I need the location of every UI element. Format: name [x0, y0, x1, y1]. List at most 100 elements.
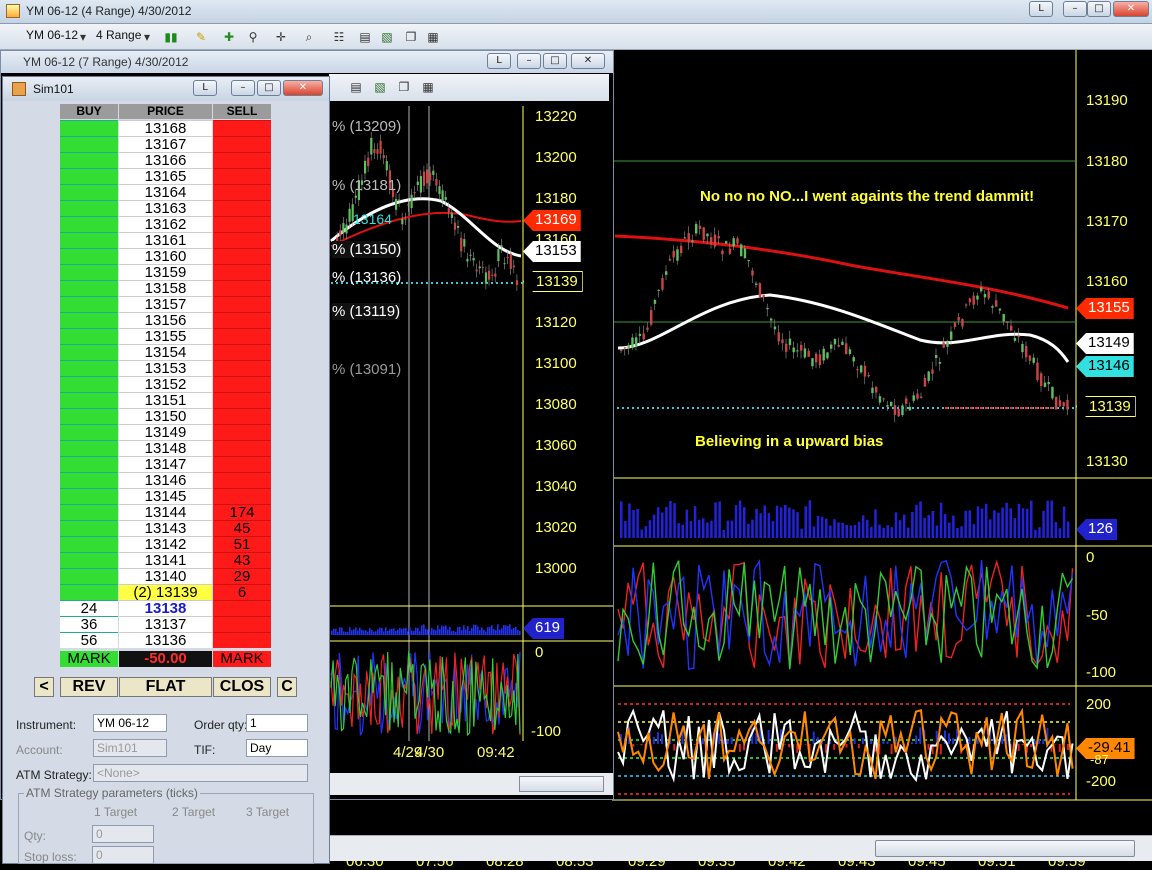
- buy-cell[interactable]: 36: [60, 616, 118, 632]
- sell-cell[interactable]: [213, 456, 271, 472]
- sell-cell[interactable]: [213, 280, 271, 296]
- radio-1-target[interactable]: 1 Target: [94, 805, 137, 819]
- horizontal-scrollbar[interactable]: [330, 835, 1152, 861]
- maximize-button[interactable]: □: [1087, 1, 1111, 17]
- maximize-button[interactable]: □: [257, 80, 281, 96]
- buy-cell[interactable]: [60, 376, 118, 392]
- sell-cell[interactable]: [213, 488, 271, 504]
- close-position-button[interactable]: CLOS: [213, 677, 271, 697]
- buy-cell[interactable]: [60, 168, 118, 184]
- sell-cell[interactable]: 29: [213, 568, 271, 584]
- properties-icon[interactable]: ☷: [330, 29, 348, 45]
- flatten-button[interactable]: FLAT: [119, 677, 212, 697]
- sell-cell[interactable]: [213, 136, 271, 152]
- sell-cell[interactable]: 174: [213, 504, 271, 520]
- sell-cell[interactable]: [213, 360, 271, 376]
- tif-select[interactable]: Day: [246, 739, 308, 757]
- sell-cell[interactable]: [213, 328, 271, 344]
- buy-cell[interactable]: [60, 200, 118, 216]
- buy-cell[interactable]: [60, 280, 118, 296]
- buy-cell[interactable]: [60, 248, 118, 264]
- buy-cell[interactable]: [60, 568, 118, 584]
- buy-cell[interactable]: [60, 264, 118, 280]
- buy-cell[interactable]: [60, 504, 118, 520]
- buy-cell[interactable]: [60, 520, 118, 536]
- chart-trader-icon[interactable]: ▤: [356, 29, 374, 45]
- sell-cell[interactable]: 6: [213, 584, 271, 600]
- buy-cell[interactable]: [60, 136, 118, 152]
- pencil-icon[interactable]: ✎: [192, 29, 210, 45]
- buy-cell[interactable]: [60, 344, 118, 360]
- order-qty-input[interactable]: 1: [246, 714, 308, 732]
- buy-cell[interactable]: [60, 184, 118, 200]
- sell-cell[interactable]: [213, 232, 271, 248]
- buy-cell[interactable]: [60, 232, 118, 248]
- sell-cell[interactable]: [213, 264, 271, 280]
- scrollbar-thumb[interactable]: [519, 776, 604, 792]
- buy-cell[interactable]: [60, 424, 118, 440]
- zoom-icon[interactable]: ⌕: [300, 29, 318, 45]
- buy-cell[interactable]: [60, 472, 118, 488]
- sell-cell[interactable]: [213, 184, 271, 200]
- sell-cell[interactable]: 45: [213, 520, 271, 536]
- qty-input[interactable]: 0: [92, 825, 154, 843]
- sell-cell[interactable]: [213, 296, 271, 312]
- minimize-button[interactable]: –: [231, 80, 255, 96]
- strategy-icon[interactable]: ⚲: [244, 29, 262, 45]
- stop-loss-input[interactable]: 0: [92, 846, 154, 864]
- sell-cell[interactable]: [213, 168, 271, 184]
- sell-cell[interactable]: [213, 424, 271, 440]
- sell-cell[interactable]: 51: [213, 536, 271, 552]
- buy-cell[interactable]: [60, 488, 118, 504]
- sell-cell[interactable]: [213, 216, 271, 232]
- sell-cell[interactable]: [213, 152, 271, 168]
- buy-cell[interactable]: [60, 360, 118, 376]
- buy-cell[interactable]: [60, 296, 118, 312]
- sell-cell[interactable]: [213, 344, 271, 360]
- link-button[interactable]: L: [193, 80, 217, 96]
- dom-titlebar[interactable]: Sim101 L – □ ✕: [3, 77, 329, 101]
- close-button[interactable]: ✕: [283, 80, 323, 96]
- sell-cell[interactable]: [213, 472, 271, 488]
- sell-cell[interactable]: 43: [213, 552, 271, 568]
- sell-cell[interactable]: [213, 440, 271, 456]
- buy-cell[interactable]: [60, 120, 118, 136]
- chevron-down-icon[interactable]: ▾: [142, 29, 152, 45]
- indicator-chart-icon[interactable]: ▧: [378, 29, 396, 45]
- instrument-selector[interactable]: YM 06-12: [26, 28, 78, 42]
- copy-icon[interactable]: ❐: [402, 29, 420, 45]
- buy-cell[interactable]: 24: [60, 600, 118, 616]
- instrument-select[interactable]: YM 06-12: [93, 714, 167, 732]
- chevron-down-icon[interactable]: ▾: [78, 29, 88, 45]
- sell-cell[interactable]: [213, 376, 271, 392]
- buy-cell[interactable]: [60, 392, 118, 408]
- sell-cell[interactable]: [213, 200, 271, 216]
- atm-strategy-select[interactable]: <None>: [93, 764, 308, 782]
- buy-cell[interactable]: [60, 456, 118, 472]
- sell-cell[interactable]: [213, 408, 271, 424]
- crosshair-icon[interactable]: ✛: [272, 29, 290, 45]
- sell-cell[interactable]: [213, 312, 271, 328]
- sell-cell[interactable]: [213, 248, 271, 264]
- buy-cell[interactable]: [60, 552, 118, 568]
- sell-cell[interactable]: [213, 392, 271, 408]
- mark-sell-button[interactable]: MARK: [213, 651, 271, 667]
- buy-cell[interactable]: [60, 328, 118, 344]
- mark-buy-button[interactable]: MARK: [60, 651, 118, 667]
- sell-cell[interactable]: [213, 616, 271, 632]
- buy-cell[interactable]: 56: [60, 632, 118, 648]
- sell-cell[interactable]: [213, 120, 271, 136]
- cancel-button[interactable]: C: [277, 677, 297, 697]
- scrollbar-thumb[interactable]: [875, 840, 1135, 857]
- buy-cell[interactable]: [60, 408, 118, 424]
- account-select[interactable]: Sim101: [93, 739, 167, 757]
- interval-selector[interactable]: 4 Range: [96, 28, 141, 42]
- buy-cell[interactable]: [60, 440, 118, 456]
- reverse-button[interactable]: REV: [60, 677, 118, 697]
- radio-3-target[interactable]: 3 Target: [246, 805, 289, 819]
- sell-cell[interactable]: [213, 632, 271, 648]
- radio-2-target[interactable]: 2 Target: [172, 805, 215, 819]
- buy-cell[interactable]: [60, 584, 118, 600]
- secondary-scrollbar[interactable]: [329, 773, 613, 795]
- buy-cell[interactable]: [60, 312, 118, 328]
